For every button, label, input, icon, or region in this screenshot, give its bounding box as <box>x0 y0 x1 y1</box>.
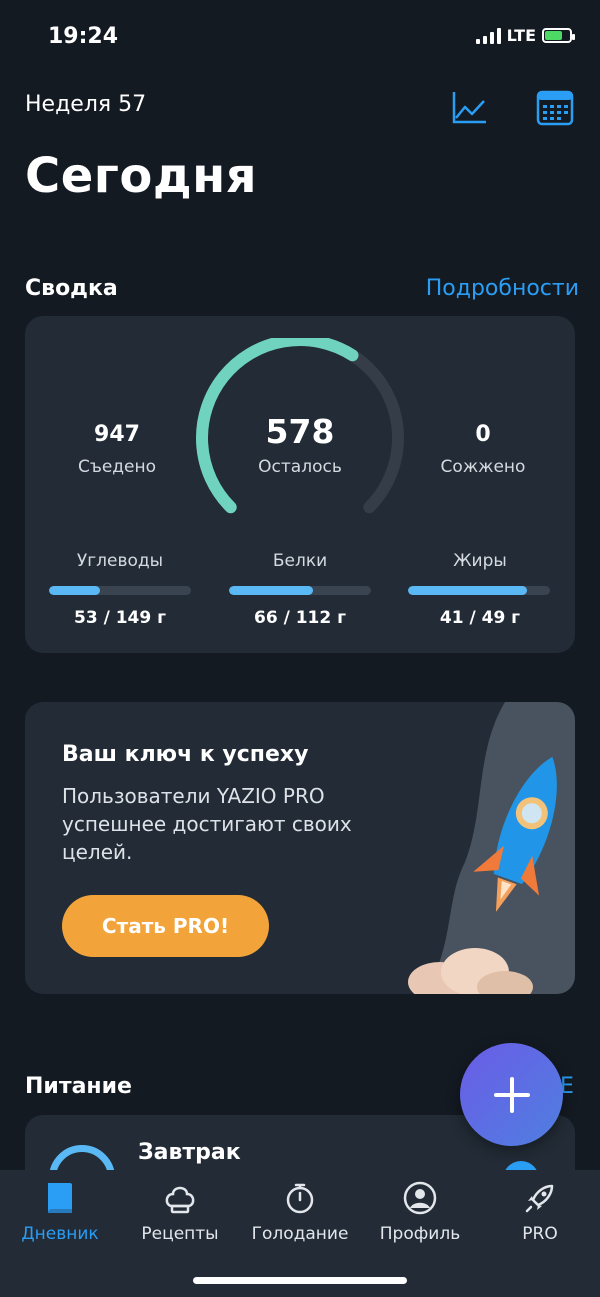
status-time: 19:24 <box>48 24 119 49</box>
carbs-label: Углеводы <box>76 551 164 571</box>
tab-fasting[interactable]: Голодание <box>240 1180 360 1244</box>
tab-profile[interactable]: Профиль <box>360 1180 480 1244</box>
home-indicator <box>193 1277 407 1284</box>
calendar-icon[interactable] <box>535 88 575 128</box>
promo-title: Ваш ключ к успеху <box>62 742 309 767</box>
status-indicators: LTE <box>475 26 575 45</box>
burned-label: Сожжено <box>440 457 526 477</box>
nutrition-title: Питание <box>25 1074 132 1099</box>
plus-icon <box>493 1076 530 1113</box>
burned-value: 0 <box>475 422 491 447</box>
add-fab-button[interactable] <box>460 1043 563 1146</box>
summary-title: Сводка <box>25 276 118 301</box>
book-icon <box>48 1183 72 1213</box>
network-type: LTE <box>506 26 536 45</box>
summary-card[interactable]: 947 Съедено 578 Осталось 0 Сожжено Углев… <box>25 316 575 653</box>
tab-label: PRO <box>522 1224 558 1244</box>
tab-label: Дневник <box>21 1224 99 1244</box>
rocket-icon <box>525 1184 554 1213</box>
fat-value: 41 / 49 г <box>439 608 521 628</box>
carbs-value: 53 / 149 г <box>74 608 166 628</box>
profile-icon <box>403 1181 437 1215</box>
protein-label: Белки <box>272 551 328 571</box>
meal-name: Завтрак <box>138 1140 241 1165</box>
tab-label: Профиль <box>379 1224 461 1244</box>
protein-bar <box>229 586 371 595</box>
chef-hat-icon <box>165 1186 195 1214</box>
page-title: Сегодня <box>25 148 258 204</box>
eaten-label: Съедено <box>77 457 157 477</box>
eaten-value: 947 <box>94 422 140 447</box>
protein-value: 66 / 112 г <box>254 608 346 628</box>
tab-label: Рецепты <box>141 1224 219 1244</box>
signal-icon <box>475 27 501 44</box>
fat-bar <box>408 586 550 595</box>
become-pro-button[interactable]: Стать PRO! <box>62 895 269 957</box>
week-label: Неделя 57 <box>25 92 147 117</box>
battery-icon <box>542 28 575 43</box>
tab-recipes[interactable]: Рецепты <box>120 1180 240 1244</box>
tab-pro[interactable]: PRO <box>480 1180 600 1244</box>
tab-diary[interactable]: Дневник <box>0 1180 120 1244</box>
remaining-value: 578 <box>265 412 335 451</box>
tab-label: Голодание <box>251 1224 349 1244</box>
stopwatch-icon <box>286 1183 314 1214</box>
chart-icon[interactable] <box>450 88 490 128</box>
fat-label: Жиры <box>453 551 507 571</box>
carbs-bar <box>49 586 191 595</box>
promo-text: Пользователи YAZIO PRO успешнее достигаю… <box>62 784 352 864</box>
details-link[interactable]: Подробности <box>426 276 579 301</box>
remaining-label: Осталось <box>258 457 342 477</box>
rocket-illustration <box>408 702 575 994</box>
